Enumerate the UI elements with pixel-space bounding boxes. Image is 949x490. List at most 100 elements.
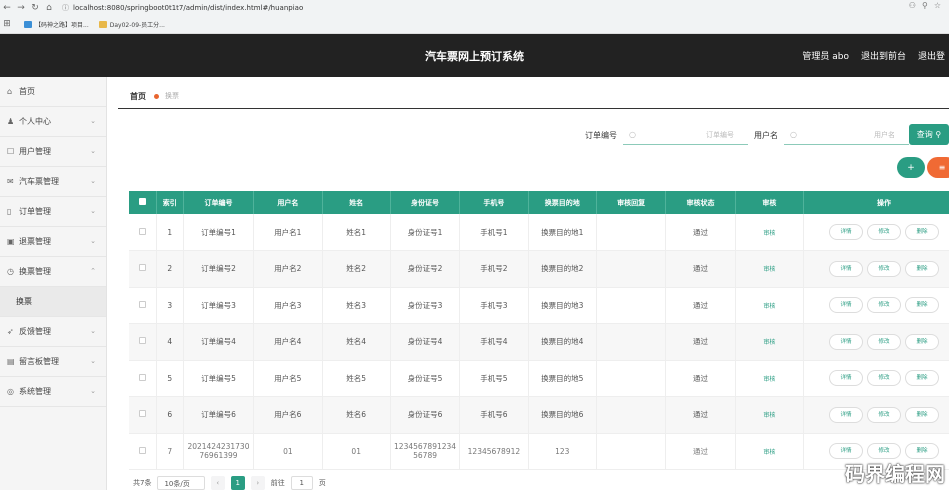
bookmark-item[interactable]: Day02-09-员工分... [98, 20, 165, 29]
name-cell: 姓名5 [322, 360, 391, 397]
folder-icon [24, 20, 32, 28]
audit-cell: 审核 [735, 250, 805, 288]
row-checkbox[interactable] [138, 264, 146, 272]
back-icon[interactable]: ← [0, 3, 14, 13]
row-select-cell [129, 287, 157, 324]
audit-link[interactable]: 审核 [763, 449, 775, 456]
audit-link[interactable]: 审核 [763, 376, 775, 383]
row-checkbox[interactable] [138, 373, 146, 381]
edit-button[interactable]: 修改 [867, 297, 902, 314]
reload-icon[interactable]: ↻ [28, 3, 42, 13]
edit-button[interactable]: 修改 [867, 443, 902, 460]
order-search-input[interactable]: ○ 订单编号 [623, 125, 748, 145]
sidebar-item[interactable]: ⌂ 首页 [0, 77, 106, 107]
table-row: 7 2021424231730 76961399 01 01 1234567891234… [129, 433, 949, 470]
operations-cell: 详情 修改 删除 [803, 214, 949, 251]
home-nav-icon[interactable]: ⌂ [42, 3, 56, 13]
apps-grid-icon[interactable]: ⊞ [0, 19, 14, 29]
column-header: 用户名 [253, 191, 323, 214]
username-cell: 用户名5 [253, 360, 323, 397]
audit-link[interactable]: 审核 [763, 412, 775, 419]
audit-link[interactable]: 审核 [763, 303, 775, 310]
sidebar-item[interactable]: ➶ 反馈管理 ⌄ [0, 317, 106, 347]
prev-page-icon[interactable]: ‹ [210, 476, 225, 490]
sidebar-item[interactable]: ♟ 个人中心 ⌄ [0, 107, 106, 137]
edit-button[interactable]: 修改 [867, 224, 902, 240]
column-header: 手机号 [459, 191, 529, 214]
sidebar-item[interactable]: ◎ 系统管理 ⌄ [0, 377, 106, 407]
sidebar-item[interactable]: ◷ 换票管理 ⌃ [0, 257, 106, 287]
goto-input[interactable]: 1 [290, 476, 313, 490]
row-checkbox[interactable] [138, 300, 146, 308]
edit-button[interactable]: 修改 [867, 333, 902, 350]
bookmark-item[interactable]: 【码神之路】项目... [24, 20, 89, 29]
star-icon[interactable]: ☆ [934, 1, 941, 10]
delete-button[interactable]: 删除 [905, 370, 940, 387]
add-button[interactable]: + [897, 157, 925, 178]
name-cell: 姓名6 [322, 396, 391, 434]
sidebar-item[interactable]: ▤ 留言板管理 ⌄ [0, 347, 106, 377]
sidebar-item[interactable]: ▣ 退票管理 ⌄ [0, 227, 106, 257]
extension-icon[interactable]: ⚇ [909, 1, 916, 10]
search-button[interactable]: 查询 ⚲ [909, 124, 949, 145]
delete-button[interactable]: 删除 [905, 443, 940, 460]
sidebar-item-label: 首页 [19, 87, 35, 96]
sidebar-item[interactable]: ▯ 订单管理 ⌄ [0, 197, 106, 227]
sidebar-item[interactable]: ✉ 汽车票管理 ⌄ [0, 167, 106, 197]
row-checkbox[interactable] [138, 410, 146, 418]
delete-button[interactable]: 删除 [905, 406, 940, 423]
detail-button[interactable]: 详情 [829, 260, 864, 277]
detail-button[interactable]: 详情 [829, 333, 864, 350]
input-icon: ○ [629, 130, 636, 139]
name-cell: 姓名2 [322, 250, 391, 288]
back-to-front-link[interactable]: 退出到前台 [861, 49, 906, 62]
username-cell: 用户名1 [253, 214, 323, 251]
breadcrumb-home[interactable]: 首页 [130, 91, 146, 102]
forward-icon[interactable]: → [14, 3, 28, 13]
destination-cell: 换票目的地3 [528, 287, 597, 324]
delete-button[interactable]: 删除 [905, 297, 940, 314]
zoom-icon[interactable]: ⚲ [922, 1, 928, 10]
page-number[interactable]: 1 [230, 476, 245, 490]
index-cell: 1 [156, 214, 184, 251]
detail-button[interactable]: 详情 [829, 443, 864, 460]
browser-chrome: ← → ↻ ⌂ ⓘ localhost:8080/springboot0t1t7… [0, 0, 949, 34]
index-cell: 4 [156, 323, 184, 361]
row-checkbox[interactable] [138, 446, 146, 454]
batch-delete-button[interactable]: ≡ [927, 157, 949, 178]
audit-link[interactable]: 审核 [763, 230, 775, 237]
index-cell: 6 [156, 396, 184, 434]
order-label: 订单编号 [585, 130, 617, 140]
app-header: 汽车票网上预订系统 管理员 abo 退出到前台 退出登 [0, 34, 949, 77]
user-search-input[interactable]: ○ 用户名 [784, 125, 909, 145]
ticket-icon: ✉ [7, 177, 14, 186]
audit-link[interactable]: 审核 [763, 339, 775, 346]
next-page-icon[interactable]: › [250, 476, 265, 490]
sidebar-item[interactable]: ☐ 用户管理 ⌄ [0, 137, 106, 167]
delete-button[interactable]: 删除 [905, 333, 940, 350]
delete-button[interactable]: 删除 [905, 260, 940, 277]
reply-cell [596, 250, 667, 288]
page-size-select[interactable]: 10条/页 [157, 476, 205, 490]
browser-actions: ⚇ ⚲ ☆ [909, 1, 941, 10]
edit-button[interactable]: 修改 [867, 370, 902, 387]
row-checkbox[interactable] [138, 227, 146, 235]
detail-button[interactable]: 详情 [829, 406, 864, 423]
edit-button[interactable]: 修改 [867, 406, 902, 423]
admin-name: 管理员 abo [802, 52, 849, 62]
phone-cell: 手机号1 [459, 214, 529, 251]
detail-button[interactable]: 详情 [829, 297, 864, 314]
audit-link[interactable]: 审核 [763, 266, 775, 273]
column-header: 操作 [803, 191, 949, 214]
index-cell: 7 [156, 433, 184, 470]
select-all-checkbox[interactable] [138, 198, 146, 205]
address-bar[interactable]: ⓘ localhost:8080/springboot0t1t7/admin/d… [62, 2, 822, 14]
sidebar-subitem[interactable]: 换票 [0, 287, 106, 317]
delete-button[interactable]: 删除 [905, 224, 940, 240]
logout-link[interactable]: 退出登 [918, 49, 945, 62]
row-checkbox[interactable] [138, 337, 146, 345]
detail-button[interactable]: 详情 [829, 370, 864, 387]
edit-button[interactable]: 修改 [867, 260, 902, 277]
detail-button[interactable]: 详情 [829, 224, 864, 240]
select-all-header[interactable] [129, 191, 157, 214]
